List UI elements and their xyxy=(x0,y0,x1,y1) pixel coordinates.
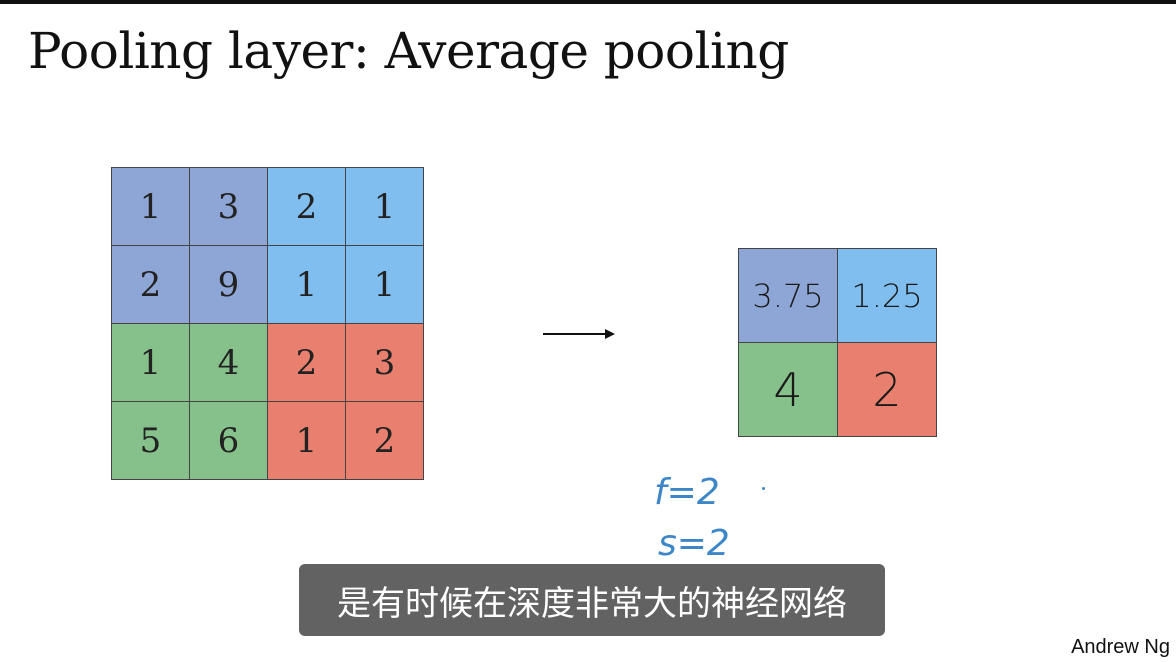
input-matrix: 1 3 2 1 2 9 1 1 1 4 2 3 5 6 1 2 xyxy=(111,167,424,480)
annotation-dot xyxy=(762,487,765,490)
input-cell: 1 xyxy=(346,246,424,324)
input-cell: 3 xyxy=(190,168,268,246)
filter-size-annotation: f=2 xyxy=(654,472,720,513)
input-cell: 2 xyxy=(112,246,190,324)
video-subtitle: 是有时候在深度非常大的神经网络 xyxy=(299,564,885,636)
input-cell: 1 xyxy=(112,324,190,402)
stride-annotation: s=2 xyxy=(658,523,730,564)
input-cell: 9 xyxy=(190,246,268,324)
output-cell: 3.75 xyxy=(739,249,838,343)
input-cell: 1 xyxy=(112,168,190,246)
input-cell: 2 xyxy=(268,168,346,246)
input-cell: 3 xyxy=(346,324,424,402)
slide-title: Pooling layer: Average pooling xyxy=(28,22,789,80)
author-credit: Andrew Ng xyxy=(1071,636,1170,658)
input-cell: 6 xyxy=(190,402,268,480)
input-cell: 2 xyxy=(346,402,424,480)
right-arrow-icon xyxy=(543,329,615,339)
input-cell: 1 xyxy=(346,168,424,246)
input-cell: 2 xyxy=(268,324,346,402)
input-cell: 5 xyxy=(112,402,190,480)
output-cell: 2 xyxy=(838,343,937,437)
input-cell: 1 xyxy=(268,246,346,324)
output-cell: 1.25 xyxy=(838,249,937,343)
input-cell: 4 xyxy=(190,324,268,402)
top-border xyxy=(0,0,1176,4)
output-matrix: 3.75 1.25 4 2 xyxy=(738,248,937,437)
output-cell: 4 xyxy=(739,343,838,437)
input-cell: 1 xyxy=(268,402,346,480)
